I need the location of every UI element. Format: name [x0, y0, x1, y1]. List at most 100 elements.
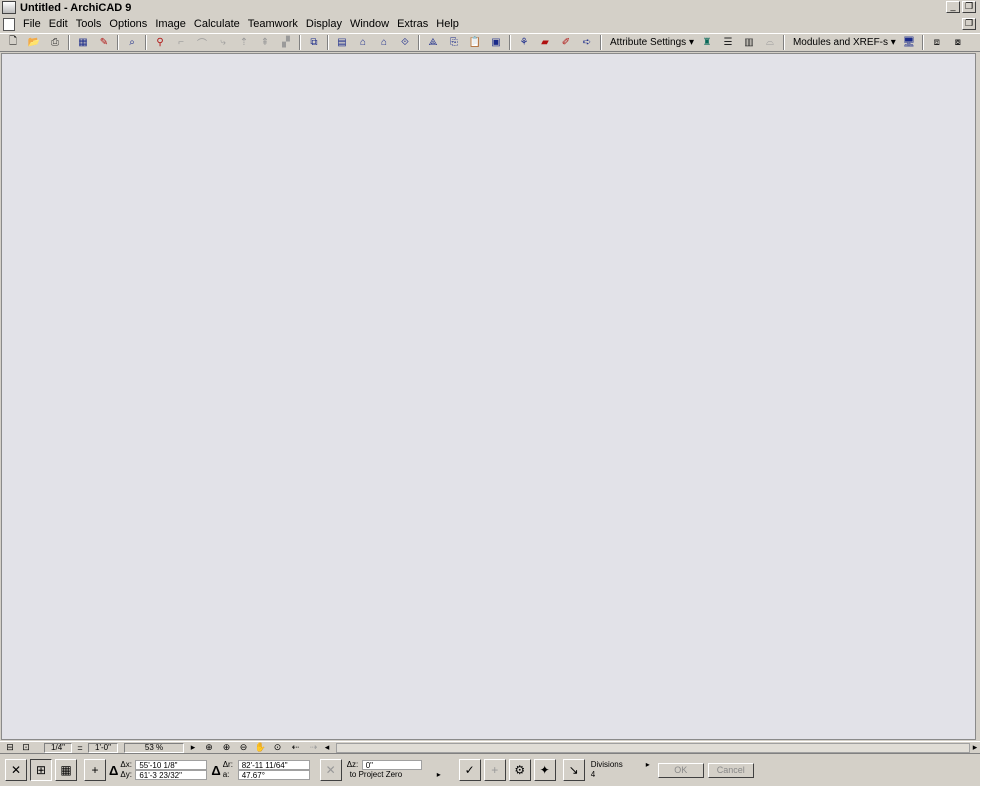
scale-field[interactable]: 1/4" [44, 742, 72, 753]
print-icon[interactable]: ⎙ [46, 35, 64, 51]
menu-tools[interactable]: Tools [72, 18, 106, 30]
angle-field[interactable]: 47.67° [237, 770, 310, 780]
open-file-icon[interactable]: 📂 [25, 35, 43, 51]
magic-wand-icon[interactable]: ⚲ [151, 35, 169, 51]
cursor-icon[interactable]: ✕ [5, 759, 27, 781]
pan-icon[interactable]: ✋ [252, 742, 269, 753]
divisions-value[interactable]: 4 [588, 770, 646, 780]
previous-zoom-icon[interactable]: ⇠ [286, 742, 305, 753]
export-icon[interactable]: ➪ [578, 35, 596, 51]
zoom-in-icon[interactable]: ⊕ [218, 742, 235, 753]
floor-plan-canvas[interactable] [1, 53, 976, 740]
cancel-button[interactable]: Cancel [707, 762, 754, 778]
elevation-icon[interactable]: ✕ [319, 759, 342, 781]
menu-help[interactable]: Help [432, 18, 463, 30]
menu-extras[interactable]: Extras [393, 18, 432, 30]
reference-arrow-icon[interactable]: ▸ [437, 770, 441, 780]
document-icon[interactable] [3, 17, 15, 31]
plot-icon[interactable]: ▦ [74, 35, 92, 51]
intersect-icon[interactable]: ⤷ [214, 35, 232, 51]
clipboard-icon[interactable]: ▣ [487, 35, 505, 51]
dr-field[interactable]: 82'-11 11/64" [237, 760, 310, 770]
scroll-left-icon[interactable]: ◂ [322, 742, 332, 753]
menu-edit[interactable]: Edit [45, 18, 72, 30]
composites-icon[interactable]: ⌓ [761, 35, 779, 51]
menu-image[interactable]: Image [151, 18, 190, 30]
dz-field[interactable]: 0" [361, 760, 422, 770]
relative-construction-icon[interactable]: + [84, 759, 106, 781]
next-zoom-icon[interactable]: ⇢ [305, 742, 322, 753]
ok-button[interactable]: OK [657, 762, 704, 778]
scale-value[interactable]: 1'-0" [88, 742, 118, 753]
menu-bar: File Edit Tools Options Image Calculate … [0, 16, 980, 32]
markup-icon[interactable]: ✐ [557, 35, 575, 51]
toolbar-separator [145, 35, 147, 50]
detail-icon[interactable]: ⟐ [396, 35, 414, 51]
view-icon[interactable]: ⊡ [18, 742, 34, 753]
divisions-icon[interactable]: ↘ [562, 759, 585, 781]
divisions-setting: Divisions ▸ 4 [588, 759, 650, 781]
menu-teamwork[interactable]: Teamwork [244, 18, 302, 30]
zoom-percent[interactable]: 53 % [124, 742, 184, 753]
vertical-scrollbar[interactable] [976, 53, 980, 740]
divisions-arrow-icon[interactable]: ▸ [646, 760, 650, 770]
trim-icon[interactable]: ⌐ [172, 35, 190, 51]
zoom-bar: ⊟ ⊡ 1/4" = 1'-0" 53 % ▸ ⊕ ⊕ ⊖ ✋ ⊙ ⇠ ⇢ ◂ … [0, 741, 980, 753]
menu-window[interactable]: Window [346, 18, 393, 30]
window-cascade-icon[interactable]: ⧇ [949, 35, 967, 51]
app-icon[interactable] [2, 1, 16, 14]
menu-calculate[interactable]: Calculate [190, 18, 244, 30]
line-types-icon[interactable]: ☰ [719, 35, 737, 51]
control-box: ✕ ⊞ ▦ + Δ Δx: 55'-10 1/8" Δy: 61'-3 23/32"… [0, 753, 980, 786]
construction-grid-icon[interactable]: ▦ [55, 759, 77, 781]
grid-snap-icon[interactable]: ⊞ [30, 759, 52, 781]
publish-icon[interactable]: ✎ [95, 35, 113, 51]
3d-view-icon[interactable]: ⟁ [424, 35, 442, 51]
scale-equals: = [77, 742, 83, 753]
minimize-icon[interactable]: _ [946, 1, 960, 13]
elevation-icon[interactable]: ⌂ [375, 35, 393, 51]
library-icon[interactable]: ⚘ [515, 35, 533, 51]
layer-combo-icon[interactable]: ⊟ [2, 742, 18, 753]
toolbar-separator [299, 35, 301, 50]
gravity-icon[interactable]: ⚙ [508, 759, 531, 781]
objects-icon[interactable]: ▰ [536, 35, 554, 51]
snap-point-icon[interactable]: ✦ [533, 759, 556, 781]
toolbar-separator [782, 35, 785, 50]
find-select-icon[interactable]: ⌕ [123, 35, 141, 51]
zoom-out-icon[interactable]: ⊖ [235, 742, 252, 753]
add-point-icon[interactable]: + [483, 759, 506, 781]
zoom-menu-arrow-icon[interactable]: ▸ [186, 742, 200, 753]
scroll-right-icon[interactable]: ▸ [970, 742, 980, 753]
fill-types-icon[interactable]: ▥ [740, 35, 758, 51]
elevate-icon[interactable]: ⇡ [235, 35, 253, 51]
toolbar-separator [117, 35, 119, 50]
modules-xrefs-menu[interactable]: Modules and XREF-s ▾ [793, 37, 896, 48]
pen-icon[interactable]: ♜ [698, 35, 716, 51]
restore-icon[interactable]: ❐ [962, 1, 976, 13]
dy-field[interactable]: 61'-3 23/32" [135, 770, 208, 780]
doc-restore-icon[interactable]: ❐ [962, 18, 976, 30]
reference-level[interactable]: to Project Zero [347, 770, 437, 780]
floor-plan-icon[interactable]: ▤ [333, 35, 351, 51]
split-icon[interactable]: ▞ [277, 35, 295, 51]
paste-icon[interactable]: 📋 [466, 35, 484, 51]
menu-display[interactable]: Display [302, 18, 346, 30]
layers-icon[interactable]: ⧉ [305, 35, 323, 51]
menu-file[interactable]: File [19, 18, 45, 30]
fillet-icon[interactable]: ⌒ [193, 35, 211, 51]
dx-field[interactable]: 55'-10 1/8" [135, 760, 208, 770]
attribute-settings-menu[interactable]: Attribute Settings ▾ [610, 37, 694, 48]
copy-icon[interactable]: ⎘ [445, 35, 463, 51]
adjust-icon[interactable]: ⇞ [256, 35, 274, 51]
horizontal-scrollbar[interactable] [336, 742, 970, 753]
hotlink-icon[interactable]: 🖥 [900, 35, 918, 51]
window-tile-icon[interactable]: ⧈ [928, 35, 946, 51]
menu-options[interactable]: Options [105, 18, 151, 30]
checkmark-icon[interactable]: ✓ [458, 759, 481, 781]
new-file-icon[interactable]: 🗋 [4, 35, 22, 51]
fit-window-icon[interactable]: ⊙ [269, 742, 286, 753]
zoom-in-out-icon[interactable]: ⊕ [200, 742, 218, 753]
section-icon[interactable]: ⌂ [354, 35, 372, 51]
dy-label: Δy: [120, 770, 132, 779]
